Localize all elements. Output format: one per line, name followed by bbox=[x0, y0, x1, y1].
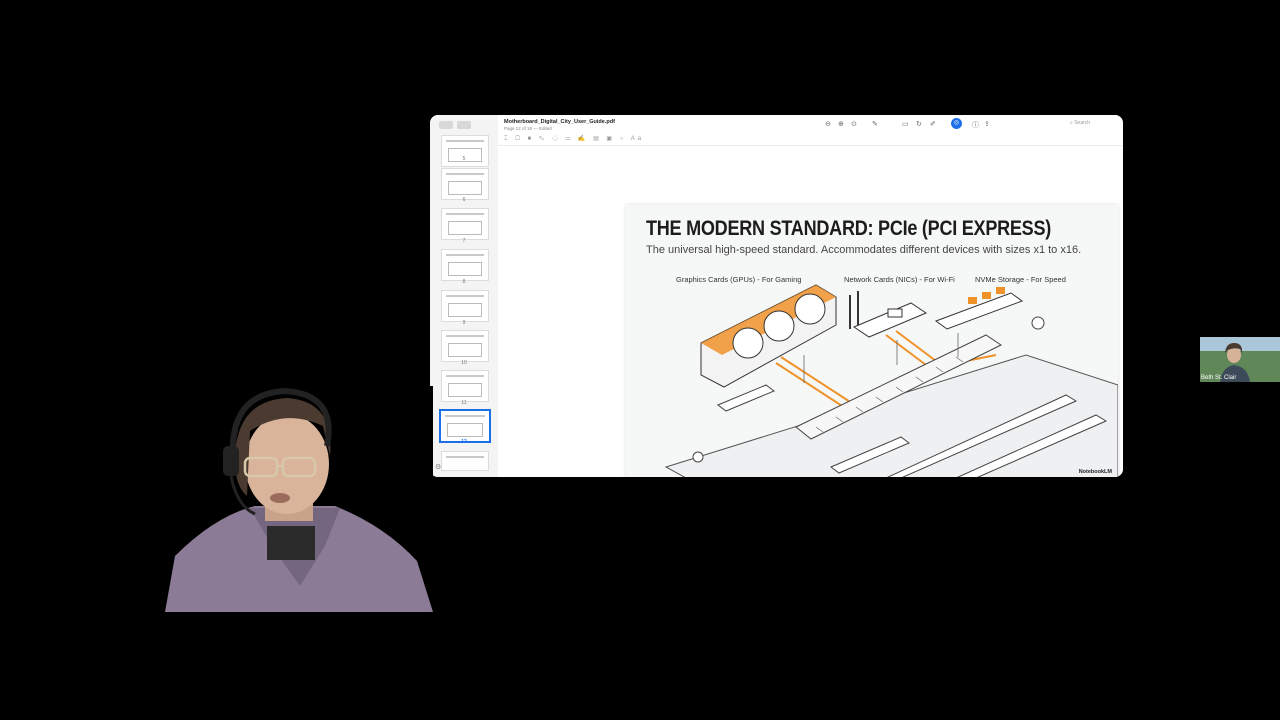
search-field[interactable]: ⌕ Search bbox=[1070, 120, 1123, 129]
page-thumbnail-5[interactable] bbox=[441, 135, 489, 167]
sidebar-toggle-button[interactable] bbox=[457, 121, 471, 129]
thumbnail-number: 6 bbox=[462, 197, 466, 203]
slide-page: THE MODERN STANDARD: PCIe (PCI EXPRESS) … bbox=[626, 205, 1118, 477]
settings-icon[interactable]: ⚙ bbox=[435, 463, 441, 471]
textbox-tool-icon[interactable]: ▭ bbox=[902, 120, 909, 128]
pen-icon[interactable]: ✎ bbox=[872, 120, 878, 128]
thumbnail-number: 12 bbox=[461, 439, 467, 445]
text-select-icon[interactable]: ⌶ bbox=[504, 136, 511, 142]
viewer-toolbar: Motherboard_Digital_City_User_Guide.pdf … bbox=[498, 115, 1123, 146]
page-thumbnail-9[interactable] bbox=[441, 290, 489, 322]
thumbnail-sidebar: 5 6 7 8 9 10 11 12 ⚙ bbox=[430, 115, 499, 477]
pdf-viewer-window: 5 6 7 8 9 10 11 12 ⚙ Motherboard_Digital… bbox=[430, 115, 1123, 477]
textbox-icon[interactable]: ▭ bbox=[566, 136, 574, 142]
rotate-icon[interactable]: ↻ bbox=[916, 120, 922, 128]
page-thumbnail-7[interactable] bbox=[441, 208, 489, 240]
note-icon[interactable]: ▤ bbox=[593, 136, 602, 142]
document-canvas[interactable]: THE MODERN STANDARD: PCIe (PCI EXPRESS) … bbox=[498, 146, 1123, 477]
zoom-in-icon[interactable]: ⊕ bbox=[838, 120, 844, 128]
sidebar-view-controls bbox=[439, 121, 473, 131]
page-thumbnail-13[interactable] bbox=[441, 451, 489, 471]
presenter-webcam-video bbox=[155, 386, 433, 612]
participant-video-tile[interactable]: Beth St. Clair bbox=[1200, 337, 1280, 382]
page-thumbnail-6[interactable] bbox=[441, 168, 489, 200]
thumbnail-number: 8 bbox=[462, 279, 466, 285]
shapes-icon[interactable]: ◇ bbox=[552, 136, 561, 142]
page-thumbnail-8[interactable] bbox=[441, 249, 489, 281]
font-icon[interactable]: Aa bbox=[631, 136, 644, 142]
zoom-fit-icon[interactable]: ⊙ bbox=[851, 120, 857, 128]
markup-icon[interactable]: ✐ bbox=[930, 120, 936, 128]
fill-color-icon[interactable]: ○ bbox=[620, 136, 627, 142]
pcie-illustration bbox=[664, 284, 1118, 477]
search-icon: ⌕ bbox=[1070, 120, 1073, 126]
markup-tools: ⌶ ▢ ■ ✎ ◇ ▭ ✍ ▤ ▣ ○ Aa bbox=[504, 135, 644, 143]
thumbnail-number: 10 bbox=[461, 360, 467, 366]
page-thumbnail-10[interactable] bbox=[441, 330, 489, 362]
sketch-icon[interactable]: ✎ bbox=[539, 136, 547, 142]
sidebar-view-button[interactable] bbox=[439, 121, 453, 129]
thumbnail-number: 9 bbox=[462, 320, 466, 326]
signature-icon[interactable]: ✍ bbox=[578, 136, 588, 142]
thumbnail-number: 7 bbox=[462, 238, 466, 244]
share-icon[interactable]: ⇪ bbox=[984, 120, 990, 128]
page-thumbnail-12[interactable] bbox=[439, 409, 491, 443]
file-name: Motherboard_Digital_City_User_Guide.pdf bbox=[504, 119, 615, 125]
info-icon[interactable]: ⓘ bbox=[972, 120, 979, 130]
redact-icon[interactable]: ■ bbox=[528, 136, 535, 142]
page-thumbnail-11[interactable] bbox=[441, 370, 489, 402]
zoom-out-icon[interactable]: ⊖ bbox=[825, 120, 831, 128]
search-placeholder: Search bbox=[1074, 120, 1091, 126]
border-color-icon[interactable]: ▣ bbox=[606, 136, 615, 142]
thumbnail-number: 5 bbox=[462, 156, 466, 162]
rectangle-select-icon[interactable]: ▢ bbox=[515, 136, 523, 142]
highlight-icon[interactable]: ◎ bbox=[951, 118, 962, 129]
participant-name: Beth St. Clair bbox=[1201, 375, 1237, 381]
notebooklm-logo: NotebookLM bbox=[1078, 469, 1112, 475]
thumbnail-number: 11 bbox=[461, 400, 467, 406]
page-info: Page 12 of 18 — Edited bbox=[504, 126, 552, 131]
